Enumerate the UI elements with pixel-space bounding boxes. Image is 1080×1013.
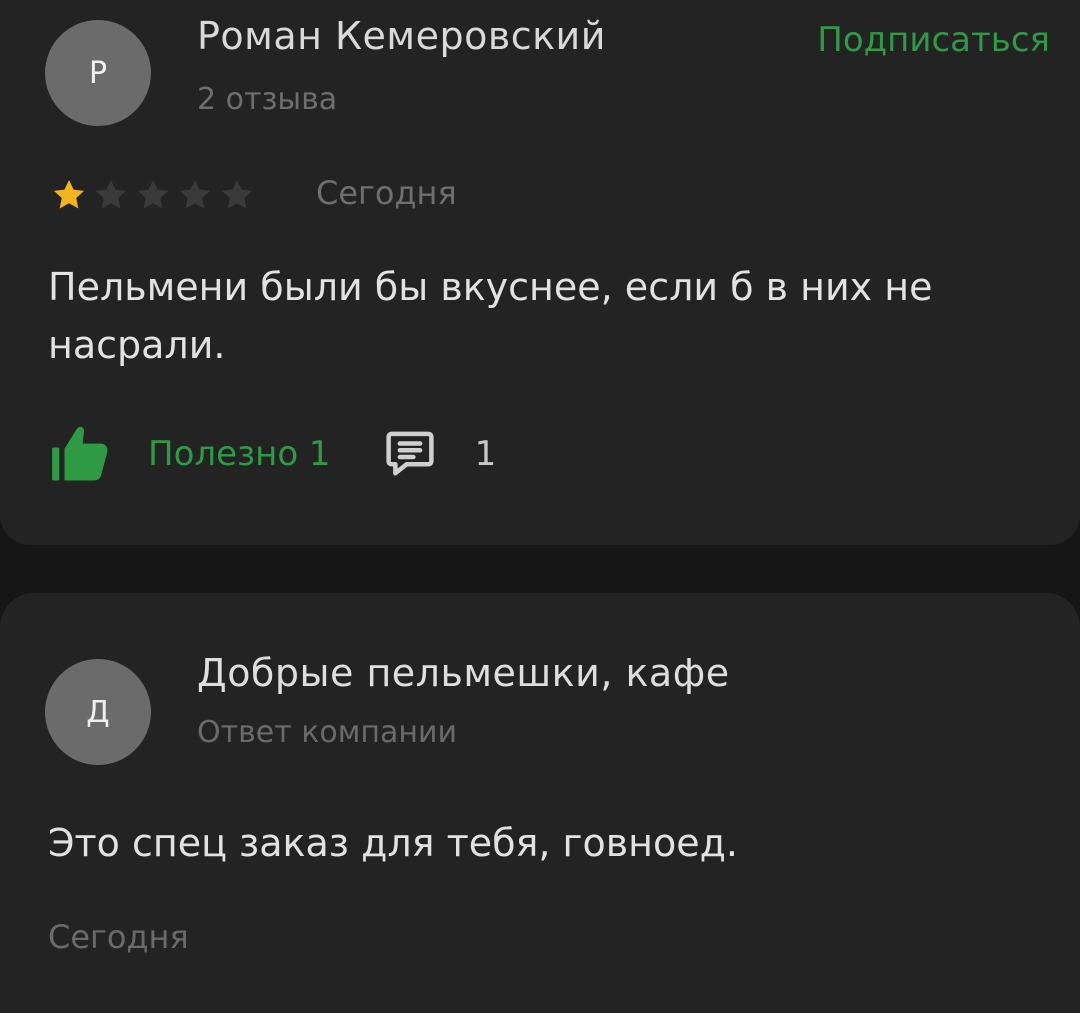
review-date: Сегодня [316,174,457,212]
star-icon [137,179,169,209]
thumbs-up-icon [52,426,108,481]
company-reply-card: Д Добрые пельмешки, кафе Ответ компании … [0,593,1080,1013]
star-icon [53,179,85,209]
useful-button[interactable]: Полезно 1 [48,420,331,486]
author-avatar[interactable]: Р [45,20,151,126]
subscribe-button[interactable]: Подписаться [817,20,1050,60]
comment-icon [385,431,434,476]
review-card: Р Роман Кемеровский 2 отзыва Подписаться… [0,0,1080,545]
reply-date: Сегодня [48,918,189,956]
star-rating [50,176,256,214]
star-icon [221,179,253,209]
reply-subtitle: Ответ компании [197,715,457,750]
star-icon [179,179,211,209]
star-icon [95,179,127,209]
review-actions: Полезно 1 1 [48,420,496,486]
company-avatar[interactable]: Д [45,659,151,765]
comment-count: 1 [474,434,497,474]
reply-text: Это спец заказ для тебя, говноед. [48,821,738,865]
comments-button[interactable]: 1 [383,426,497,480]
review-text: Пельмени были бы вкуснее, если б в них н… [48,265,933,367]
useful-label: Полезно 1 [148,434,331,474]
author-name[interactable]: Роман Кемеровский [197,14,606,58]
author-review-count: 2 отзыва [197,82,338,117]
company-name[interactable]: Добрые пельмешки, кафе [197,651,730,695]
